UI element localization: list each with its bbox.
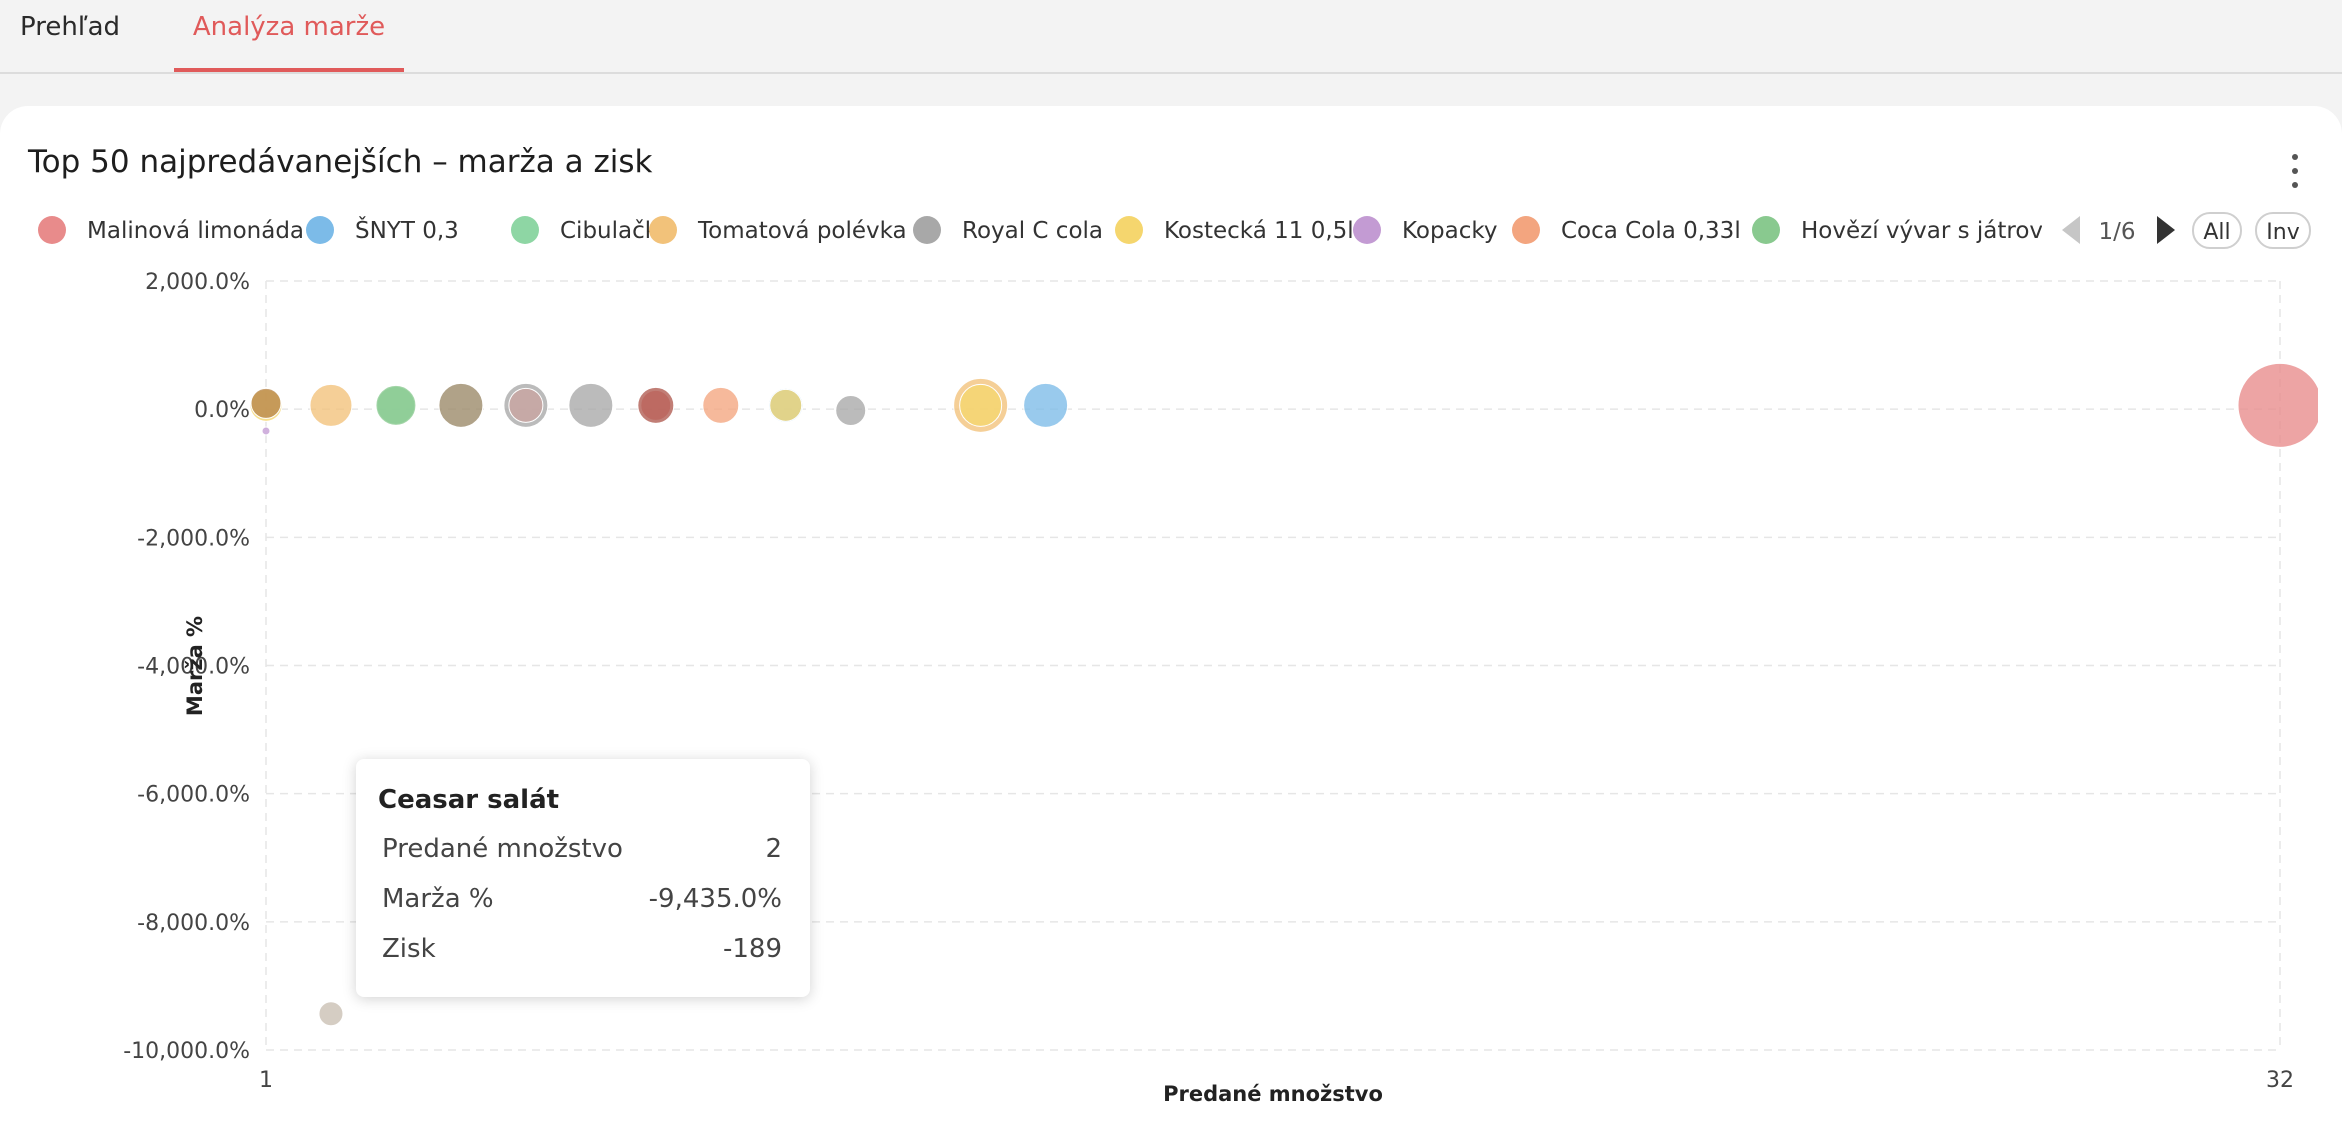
- legend-item[interactable]: Tomatová polévka: [649, 216, 907, 244]
- legend-swatch: [1752, 216, 1780, 244]
- legend-item[interactable]: ŠNYT 0,3: [306, 216, 459, 244]
- legend-item[interactable]: Coca Cola 0,33l: [1512, 216, 1741, 244]
- data-point[interactable]: [438, 382, 484, 428]
- data-point[interactable]: [568, 382, 614, 428]
- y-tick-label: 2,000.0%: [145, 270, 250, 295]
- y-tick-label: -2,000.0%: [137, 526, 250, 551]
- x-tick-label: 1: [259, 1068, 273, 1093]
- legend-item[interactable]: Cibulačka: [511, 216, 672, 244]
- legend-label: Kostecká 11 0,5l: [1164, 218, 1354, 244]
- data-point[interactable]: [309, 383, 353, 427]
- legend-navigation: 1/6 All Inv: [2062, 212, 2311, 249]
- data-point[interactable]: [702, 386, 740, 424]
- tooltip-row-quantity: Predané množstvo 2: [382, 834, 782, 864]
- x-axis-label: Predané množstvo: [1163, 1082, 1383, 1106]
- tooltip-row-margin: Marža % -9,435.0%: [382, 884, 782, 914]
- legend-swatch: [913, 216, 941, 244]
- tooltip-label: Zisk: [382, 934, 436, 964]
- legend-all-label: All: [2203, 220, 2230, 245]
- y-tick-label: 0.0%: [194, 398, 250, 423]
- legend-swatch: [649, 216, 677, 244]
- legend-item[interactable]: Malinová limonáda: [38, 216, 304, 244]
- data-point[interactable]: [1023, 382, 1069, 428]
- y-tick-label: -6,000.0%: [137, 783, 250, 808]
- y-tick-label: -8,000.0%: [137, 911, 250, 936]
- legend-swatch: [1512, 216, 1540, 244]
- legend-page-indicator: 1/6: [2098, 219, 2135, 245]
- legend-item[interactable]: Royal C cola: [913, 216, 1103, 244]
- data-point[interactable]: [769, 388, 803, 422]
- data-point[interactable]: [835, 394, 867, 426]
- legend-label: Hovězí vývar s játrovými knedlíčky: [1801, 218, 2201, 244]
- legend-inv-label: Inv: [2266, 220, 2299, 245]
- legend-label: Royal C cola: [962, 218, 1103, 244]
- legend-label: ŠNYT 0,3: [355, 216, 459, 244]
- data-point[interactable]: [637, 386, 675, 424]
- legend: Malinová limonáda ŠNYT 0,3 Cibulačka Tomato…: [38, 216, 2201, 244]
- legend-item[interactable]: Kostecká 11 0,5l: [1115, 216, 1354, 244]
- legend-swatch: [306, 216, 334, 244]
- tooltip-title: Ceasar salát: [378, 785, 560, 815]
- data-point[interactable]: [318, 1001, 344, 1027]
- legend-swatch: [1353, 216, 1381, 244]
- y-tick-label: -10,000.0%: [123, 1039, 250, 1064]
- tooltip-value: -189: [722, 934, 782, 964]
- legend-label: Coca Cola 0,33l: [1561, 218, 1741, 244]
- data-point[interactable]: [508, 387, 544, 423]
- tooltip: Ceasar salát Predané množstvo 2 Marža % …: [356, 759, 810, 997]
- legend-next-icon[interactable]: [2157, 216, 2175, 244]
- data-point[interactable]: [250, 387, 282, 419]
- data-point[interactable]: [2237, 362, 2322, 448]
- x-tick-label: 32: [2266, 1068, 2294, 1093]
- tooltip-label: Marža %: [382, 884, 494, 914]
- legend-swatch: [38, 216, 66, 244]
- legend-item[interactable]: Kopacky: [1353, 216, 1497, 244]
- data-point[interactable]: [261, 426, 271, 436]
- legend-prev-icon[interactable]: [2062, 216, 2080, 244]
- data-point[interactable]: [375, 384, 417, 426]
- legend-label: Kopacky: [1402, 218, 1497, 244]
- y-axis-label: Marža %: [183, 616, 207, 716]
- tooltip-label: Predané množstvo: [382, 834, 623, 864]
- data-point[interactable]: [959, 383, 1003, 427]
- legend-swatch: [511, 216, 539, 244]
- tooltip-value: -9,435.0%: [648, 884, 782, 914]
- legend-label: Malinová limonáda: [87, 218, 304, 244]
- tooltip-value: 2: [765, 834, 782, 864]
- legend-label: Tomatová polévka: [697, 218, 907, 244]
- scatter-chart: 2,000.0%0.0%-2,000.0%-4,000.0%-6,000.0%-…: [38, 212, 2322, 1106]
- legend-swatch: [1115, 216, 1143, 244]
- tooltip-row-profit: Zisk -189: [382, 934, 782, 964]
